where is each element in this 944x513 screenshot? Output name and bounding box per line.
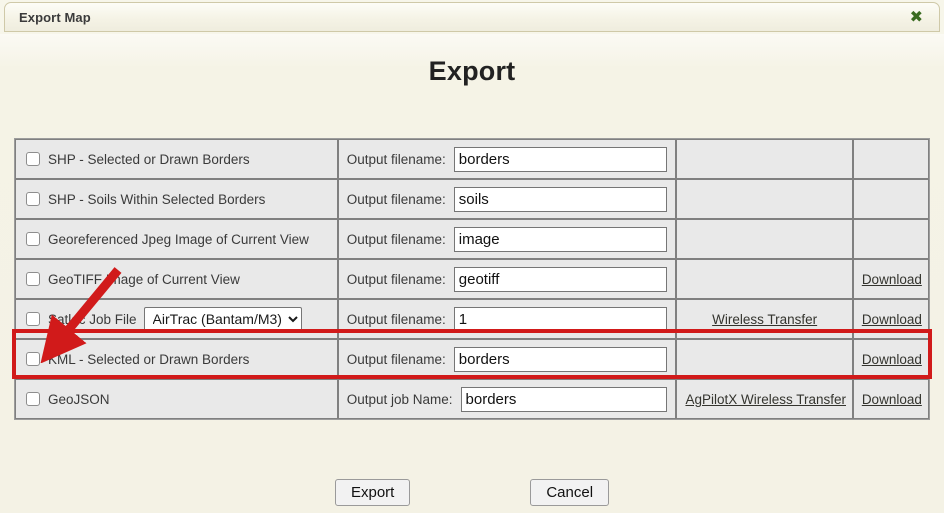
dialog-footer: Export Cancel (0, 479, 944, 506)
output-name-cell: Output job Name: (337, 379, 677, 419)
output-name-label: Output job Name: (346, 391, 453, 407)
wireless-transfer-cell (676, 259, 853, 299)
table-row: Satloc Job File AirTrac (Bantam/M3) Output… (15, 299, 929, 339)
export-type-cell: GeoTIFF Image of Current View (15, 259, 338, 299)
output-name-cell: Output filename: (337, 339, 677, 379)
download-cell (852, 139, 929, 179)
export-type-checkbox[interactable] (26, 232, 40, 246)
wireless-transfer-cell (676, 339, 853, 379)
wireless-transfer-cell (676, 179, 853, 219)
table-row: SHP - Selected or Drawn Borders Output fi… (15, 139, 929, 179)
export-type-cell: SHP - Soils Within Selected Borders (15, 179, 338, 219)
export-type-label: GeoJSON (48, 391, 110, 407)
output-name-content: Output filename: (346, 306, 668, 332)
output-filename-input[interactable] (460, 386, 668, 412)
table-row: GeoJSON Output job Name: AgPilotX Wireless… (15, 379, 929, 419)
export-type-cell: Satloc Job File AirTrac (Bantam/M3) (15, 299, 338, 339)
table-row: KML - Selected or Drawn Borders Output fi… (15, 339, 929, 379)
export-type-content: SHP - Selected or Drawn Borders (24, 152, 329, 167)
export-type-checkbox[interactable] (26, 312, 40, 326)
table-row: Georeferenced Jpeg Image of Current View… (15, 219, 929, 259)
wireless-transfer-cell: Wireless Transfer (676, 299, 853, 339)
export-type-checkbox[interactable] (26, 272, 40, 286)
download-cell: Download (852, 299, 929, 339)
export-type-content: Satloc Job File AirTrac (Bantam/M3) (24, 306, 329, 332)
download-cell (852, 179, 929, 219)
export-type-label: SHP - Selected or Drawn Borders (48, 151, 250, 167)
output-name-label: Output filename: (346, 311, 446, 327)
output-filename-input[interactable] (453, 186, 668, 212)
cancel-button[interactable]: Cancel (530, 479, 610, 506)
export-type-label: KML - Selected or Drawn Borders (48, 351, 250, 367)
window-titlebar: Export Map ✖ (4, 2, 940, 32)
output-name-label: Output filename: (346, 151, 446, 167)
output-name-label: Output filename: (346, 191, 446, 207)
download-link[interactable]: Download (862, 392, 922, 407)
window-title: Export Map (19, 9, 91, 25)
output-filename-input[interactable] (453, 306, 668, 332)
output-name-content: Output filename: (346, 186, 668, 212)
export-type-label: Georeferenced Jpeg Image of Current View (48, 231, 309, 247)
wireless-transfer-cell (676, 219, 853, 259)
output-filename-input[interactable] (453, 226, 668, 252)
export-button[interactable]: Export (334, 479, 411, 506)
export-type-checkbox[interactable] (26, 152, 40, 166)
output-filename-input[interactable] (453, 346, 668, 372)
output-name-cell: Output filename: (337, 259, 677, 299)
export-table-body: SHP - Selected or Drawn Borders Output fi… (15, 139, 929, 419)
output-name-content: Output filename: (346, 226, 668, 252)
output-name-cell: Output filename: (337, 179, 677, 219)
export-options-table: SHP - Selected or Drawn Borders Output fi… (14, 138, 930, 420)
output-name-label: Output filename: (346, 271, 446, 287)
download-link[interactable]: Download (862, 312, 922, 327)
output-name-content: Output job Name: (346, 386, 668, 412)
export-options-table-wrapper: SHP - Selected or Drawn Borders Output fi… (14, 138, 930, 420)
export-type-content: KML - Selected or Drawn Borders (24, 352, 329, 367)
output-name-content: Output filename: (346, 266, 668, 292)
export-type-checkbox[interactable] (26, 392, 40, 406)
export-type-content: GeoTIFF Image of Current View (24, 272, 329, 287)
output-name-cell: Output filename: (337, 219, 677, 259)
output-filename-input[interactable] (453, 266, 668, 292)
download-cell (852, 219, 929, 259)
wireless-transfer-link[interactable]: Wireless Transfer (712, 312, 817, 327)
download-link[interactable]: Download (862, 272, 922, 287)
export-type-checkbox[interactable] (26, 352, 40, 366)
export-type-checkbox[interactable] (26, 192, 40, 206)
download-link[interactable]: Download (862, 352, 922, 367)
export-type-cell: GeoJSON (15, 379, 338, 419)
export-type-cell: Georeferenced Jpeg Image of Current View (15, 219, 338, 259)
download-cell: Download (852, 259, 929, 299)
wireless-transfer-cell (676, 139, 853, 179)
output-name-content: Output filename: (346, 146, 668, 172)
page-title: Export (428, 56, 516, 86)
table-row: SHP - Soils Within Selected Borders Outpu… (15, 179, 929, 219)
satloc-format-select[interactable]: AirTrac (Bantam/M3) (143, 306, 302, 332)
table-row: GeoTIFF Image of Current View Output file… (15, 259, 929, 299)
output-name-content: Output filename: (346, 346, 668, 372)
export-type-content: Georeferenced Jpeg Image of Current View (24, 232, 329, 247)
export-type-label: GeoTIFF Image of Current View (48, 271, 240, 287)
export-type-content: GeoJSON (24, 392, 329, 407)
download-cell: Download (852, 379, 929, 419)
export-type-label: Satloc Job File (48, 311, 137, 327)
output-name-cell: Output filename: (337, 299, 677, 339)
export-type-content: SHP - Soils Within Selected Borders (24, 192, 329, 207)
export-type-cell: SHP - Selected or Drawn Borders (15, 139, 338, 179)
output-name-label: Output filename: (346, 231, 446, 247)
output-name-label: Output filename: (346, 351, 446, 367)
output-filename-input[interactable] (453, 146, 668, 172)
wireless-transfer-link[interactable]: AgPilotX Wireless Transfer (685, 392, 846, 407)
export-type-label: SHP - Soils Within Selected Borders (48, 191, 266, 207)
export-type-cell: KML - Selected or Drawn Borders (15, 339, 338, 379)
wireless-transfer-cell: AgPilotX Wireless Transfer (676, 379, 853, 419)
dialog-body: Export SHP - Selected or Drawn Borders Ou… (0, 34, 944, 513)
close-x-icon[interactable]: ✖ (910, 9, 939, 25)
download-cell: Download (852, 339, 929, 379)
output-name-cell: Output filename: (337, 139, 677, 179)
